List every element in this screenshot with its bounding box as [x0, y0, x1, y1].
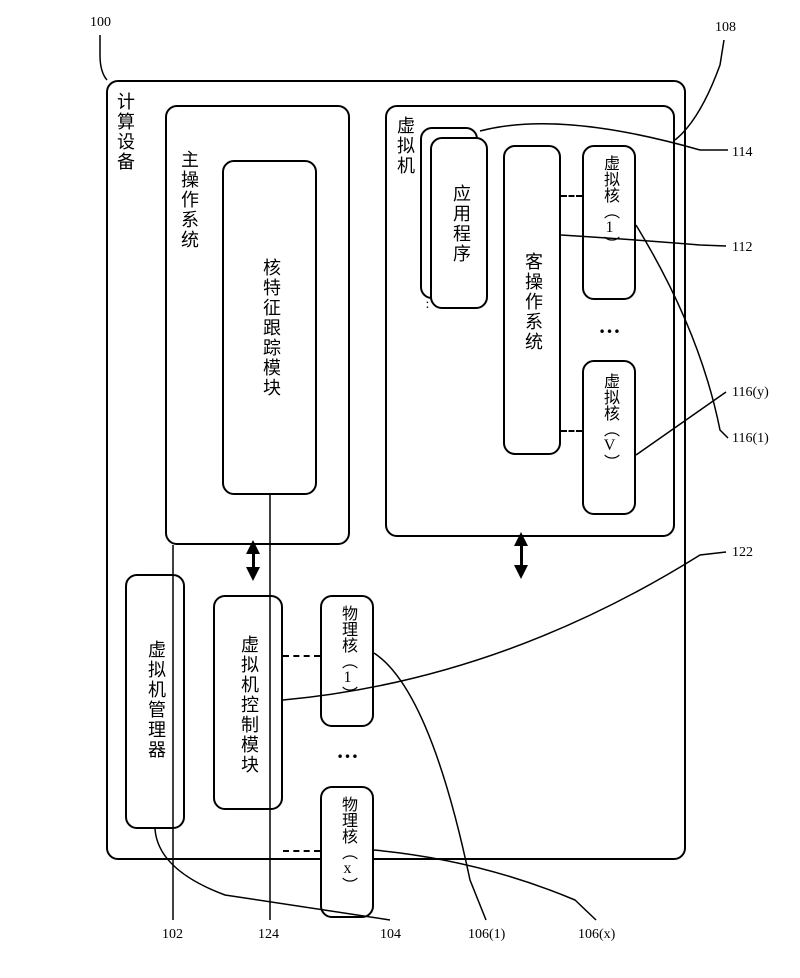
- ref-106-1: 106(1): [468, 927, 505, 943]
- ref-104: 104: [380, 927, 401, 943]
- ref-116-y: 116(y): [732, 385, 769, 401]
- ref-122: 122: [732, 545, 753, 561]
- ref-116-1: 116(1): [732, 431, 769, 447]
- ref-106-x: 106(x): [578, 927, 615, 943]
- ref-108: 108: [715, 20, 736, 36]
- ref-114: 114: [732, 145, 752, 161]
- diagram-root: 计算设备 主操作系统 核特征跟踪模块 虚拟机 应用程序 客操作系统 虚拟核（1）…: [0, 0, 800, 978]
- ref-102: 102: [162, 927, 183, 943]
- ref-124: 124: [258, 927, 279, 943]
- ref-100: 100: [90, 15, 111, 31]
- ref-112: 112: [732, 240, 752, 256]
- leaders-svg: [0, 0, 800, 978]
